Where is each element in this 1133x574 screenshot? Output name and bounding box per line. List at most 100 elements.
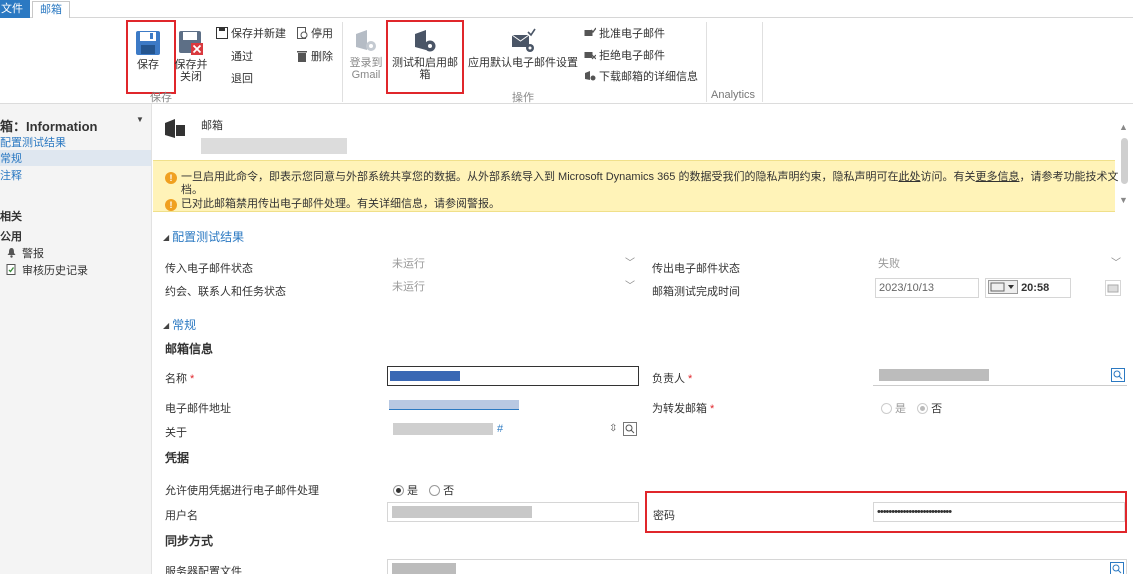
save-new-button[interactable]: 保存并新建 [216,27,286,41]
delete-button[interactable]: 删除 [296,50,333,64]
incoming-status-select[interactable]: 未运行 ﹀ [389,255,639,275]
ribbon-separator [762,22,763,102]
redacted-text [879,369,989,381]
sort-arrows-icon[interactable]: ⇳ [609,420,617,438]
group-label-save: 保存 [150,92,172,104]
allow-no-label: 否 [443,485,455,497]
approve-email-icon [584,27,596,36]
tab-file[interactable]: 文件 [0,0,30,18]
section-test-results-header[interactable]: ◢ 配置测试结果 [163,228,244,245]
outgoing-status-value: 失败 [878,258,900,270]
test-completed-date-field[interactable]: 2023/10/13 [875,278,979,298]
record-name-redacted [201,138,347,154]
notification-bar: ! 一旦启用此命令，即表示您同意与外部系统共享您的数据。从外部系统导入到 Micr… [153,160,1118,212]
password-input[interactable]: •••••••••••••••••••••••••• [873,502,1125,522]
save-new-icon [216,27,228,39]
notice-outgoing-disabled: ! 已对此邮箱禁用传出电子邮件处理。有关详细信息，请参阅警报。 [165,195,500,211]
section-general-header[interactable]: ◢ 常规 [163,316,196,333]
ribbon-separator [706,22,707,102]
tab-mailbox[interactable]: 邮箱 [32,1,70,19]
apply-default-email-settings-button[interactable]: 应用默认电子邮件设置 [467,28,579,69]
lookup-icon[interactable] [1111,368,1125,382]
vertical-scrollbar-thumb[interactable] [1121,138,1128,184]
approve-email-label: 批准电子邮件 [599,28,665,40]
username-input[interactable] [387,502,639,522]
save-close-icon [179,31,203,55]
save-close-label-1: 保存并 [174,59,208,71]
calendar-icon[interactable] [988,280,1018,294]
bell-icon [7,248,16,258]
redacted-text [393,423,493,435]
audit-history-icon [6,264,16,275]
redacted-text [390,371,460,381]
forward-no-label: 否 [931,403,943,415]
scroll-down-arrow-icon[interactable]: ▼ [1119,195,1128,205]
required-asterisk: * [190,373,195,385]
more-info-link[interactable]: 更多信息 [975,171,1019,183]
server-profile-lookup[interactable] [387,559,1127,574]
redacted-text [392,506,532,518]
lookup-icon[interactable] [1110,562,1124,574]
forward-label-text: 为转发邮箱 [652,403,707,415]
approve-email-button[interactable]: 批准电子邮件 [584,27,665,41]
email-address-label: 电子邮件地址 [165,403,231,415]
nav-item-general[interactable]: 常规 [0,150,151,166]
email-address-input[interactable] [387,396,639,416]
lookup-icon[interactable] [623,422,637,436]
server-profile-label: 服务器配置文件 [165,566,242,574]
allow-yes-label: 是 [407,485,418,497]
forward-mailbox-radio-group: 是 否 [881,400,942,416]
login-gmail-label-1: 登录到 [349,57,383,69]
notice-text: 一旦启用此命令，即表示您同意与外部系统共享您的数据。从外部系统导入到 Micro… [181,171,899,183]
warning-icon: ! [165,172,177,184]
subheading-mailbox-info: 邮箱信息 [165,342,214,356]
redacted-text [389,400,519,410]
collapse-triangle-icon: ◢ [163,233,170,242]
download-mailbox-details-button[interactable]: 下载邮箱的详细信息 [584,70,698,84]
deactivate-label: 停用 [311,28,333,40]
test-completed-time-field[interactable]: 20:58 [985,278,1071,298]
privacy-here-link[interactable]: 此处 [898,171,920,183]
download-details-label: 下载邮箱的详细信息 [599,71,698,83]
reject-email-button[interactable]: 拒绝电子邮件 [584,49,665,63]
owner-lookup[interactable] [873,366,1127,386]
allow-credentials-no-radio[interactable] [429,485,441,496]
owner-label: 负责人 * [652,370,692,386]
test-completed-time-label: 邮箱测试完成时间 [652,286,740,298]
nav-form-title[interactable]: 箱：Information [0,116,98,135]
forward-yes-label: 是 [895,403,906,415]
forward-mailbox-label: 为转发邮箱 * [652,400,714,416]
name-input[interactable] [387,366,639,386]
test-time-value: 20:58 [1021,282,1050,294]
nav-item-alerts[interactable]: 警报 [6,245,44,261]
notice-text: 已对此邮箱禁用传出电子邮件处理。有关详细信息，请参阅警报。 [181,198,500,210]
chevron-down-icon: ﹀ [1111,258,1121,269]
regarding-lookup[interactable]: # ⇳ [387,420,639,440]
nav-item-audit-history-label: 审核历史记录 [22,265,88,277]
email-settings-icon [511,28,536,52]
appointment-status-select[interactable]: 未运行 ﹀ [389,278,639,298]
login-gmail-button[interactable]: 登录到 Gmail [346,28,386,81]
approve-label: 通过 [231,51,253,63]
scroll-up-arrow-icon[interactable]: ▲ [1119,122,1128,132]
ribbon-separator [342,22,343,102]
outgoing-status-label: 传出电子邮件状态 [652,263,740,275]
reject-button[interactable]: 退回 [231,72,253,86]
left-navigation: 箱：Information ▼ 配置测试结果 常规 注释 相关 公用 警报 审核… [0,104,152,574]
group-label-actions: 操作 [512,92,534,104]
nav-item-test-results[interactable]: 配置测试结果 [0,134,66,150]
nav-form-dropdown-icon[interactable]: ▼ [136,115,144,124]
gmail-login-icon [356,30,376,51]
approve-button[interactable]: 通过 [231,50,253,64]
nav-item-audit-history[interactable]: 审核历史记录 [6,262,88,278]
reject-email-icon [584,52,596,60]
mail-icon-button[interactable] [1105,280,1121,296]
forward-yes-radio[interactable] [881,403,892,414]
forward-no-radio[interactable] [917,403,929,414]
nav-item-notes[interactable]: 注释 [0,167,22,183]
highlight-box-test-enable [386,20,464,94]
allow-credentials-yes-radio[interactable] [393,485,404,496]
outgoing-status-select[interactable]: 失败 ﹀ [875,255,1125,275]
save-close-button[interactable]: 保存并 关闭 [172,30,210,83]
deactivate-button[interactable]: 停用 [296,27,333,41]
